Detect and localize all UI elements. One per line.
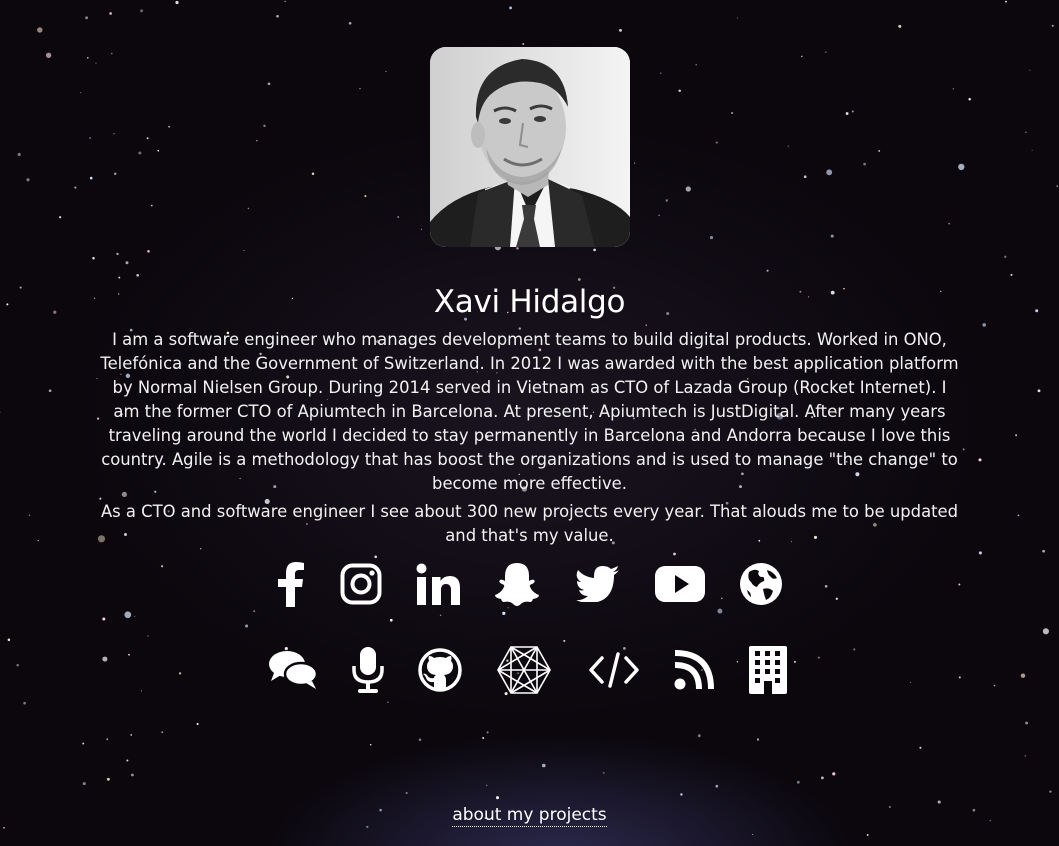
youtube-icon[interactable] <box>652 556 708 612</box>
social-links-row-1 <box>0 556 1059 612</box>
snapchat-icon[interactable] <box>489 556 545 612</box>
building-icon[interactable] <box>740 642 796 698</box>
avatar-photo <box>430 47 630 247</box>
rss-icon[interactable] <box>666 642 722 698</box>
social-links-row-2 <box>0 642 1059 698</box>
twitter-icon[interactable] <box>570 556 626 612</box>
github-icon[interactable] <box>412 642 468 698</box>
code-icon[interactable] <box>586 642 642 698</box>
facebook-icon[interactable] <box>262 556 318 612</box>
microphone-icon[interactable] <box>340 642 396 698</box>
avatar <box>430 47 630 247</box>
profile-bio: I am a software engineer who manages dev… <box>100 328 959 552</box>
profile-name: Xavi Hidalgo <box>433 284 626 320</box>
linkedin-icon[interactable] <box>410 556 466 612</box>
globe-icon[interactable] <box>733 556 789 612</box>
hexagon-network-icon[interactable] <box>496 642 552 698</box>
comments-icon[interactable] <box>265 642 321 698</box>
instagram-icon[interactable] <box>333 556 389 612</box>
bio-paragraph: I am a software engineer who manages dev… <box>100 330 959 493</box>
profile-page: Xavi Hidalgo I am a software engineer wh… <box>0 0 1059 846</box>
footer: about my projects <box>0 803 1059 827</box>
bio-paragraph: As a CTO and software engineer I see abo… <box>100 502 959 545</box>
about-projects-link[interactable]: about my projects <box>452 805 607 827</box>
